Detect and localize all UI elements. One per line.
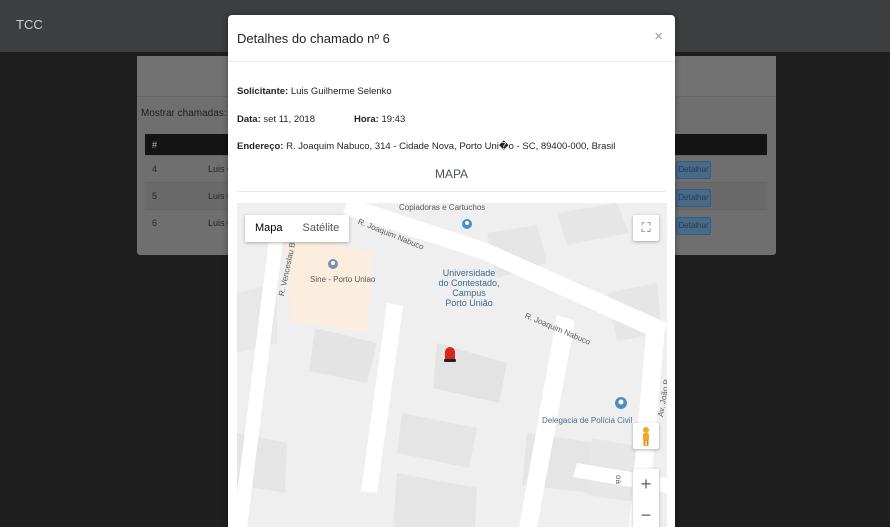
modal-header: Detalhes do chamado nº 6 × [228,15,675,62]
row-id: 5 [145,182,180,210]
copiadoras-poi-icon[interactable] [462,219,472,229]
date-value: set 11, 2018 [263,114,315,125]
sine-poi-icon[interactable] [328,259,338,269]
pegman-icon[interactable] [633,423,659,449]
map-type-map-button[interactable]: Mapa [245,215,293,242]
map-type-satellite-button[interactable]: Satélite [293,215,350,242]
fullscreen-icon[interactable]: ⛶ [633,215,659,241]
requester-value: Luis Guilherme Selenko [290,86,392,97]
poi-copiadoras-label: Copiadoras e Cartuchos [399,203,486,212]
delegacia-poi-icon[interactable] [615,397,627,409]
poi-sine-label: Sine - Porto Uniao [310,275,376,284]
row-id: 6 [145,209,180,236]
map-canvas [237,203,667,527]
time-label: Hora: [354,114,379,125]
zoom-in-button[interactable]: + [633,469,659,500]
column-header-id: # [145,134,180,156]
detail-button[interactable]: Detalhar [676,189,711,207]
modal-title: Detalhes do chamado nº 6 [237,31,390,46]
poi-delegacia-label: Delegacia de Polícia Civil [542,416,633,425]
detail-button[interactable]: Detalhar [676,217,711,235]
zoom-out-button[interactable]: − [633,500,659,527]
google-map[interactable]: Copiadoras e Cartuchos R. Joaquim Nabuco… [237,203,667,527]
date-label: Data: [237,114,261,125]
map-type-control: Mapa Satélite [245,215,350,242]
time-line: Hora: 19:43 [354,114,405,125]
date-line: Data: set 11, 2018 [237,114,315,125]
address-line: Endereço: R. Joaquim Nabuco, 314 - Cidad… [237,141,615,152]
street-label-bottom: oa [614,475,623,484]
poi-universidade-label: Universidade do Contestado, Campus Porto… [438,268,500,308]
address-value: R. Joaquim Nabuco, 314 - Cidade Nova, Po… [286,141,616,152]
row-id: 4 [145,155,180,183]
show-calls-label: Mostrar chamadas: [141,108,227,119]
detail-button[interactable]: Detalhar [676,161,711,179]
divider [237,191,666,192]
requester-label: Solicitante: [237,86,289,97]
zoom-control: + − [633,469,659,527]
call-details-modal: Detalhes do chamado nº 6 × Solicitante: … [228,15,675,527]
time-value: 19:43 [381,114,406,125]
requester-line: Solicitante: Luis Guilherme Selenko [237,86,392,97]
pegman-figure-icon [643,427,649,446]
address-label: Endereço: [237,141,284,152]
navbar-brand[interactable]: TCC [16,17,43,32]
close-icon[interactable]: × [654,28,663,45]
map-section-title: MAPA [434,167,469,181]
